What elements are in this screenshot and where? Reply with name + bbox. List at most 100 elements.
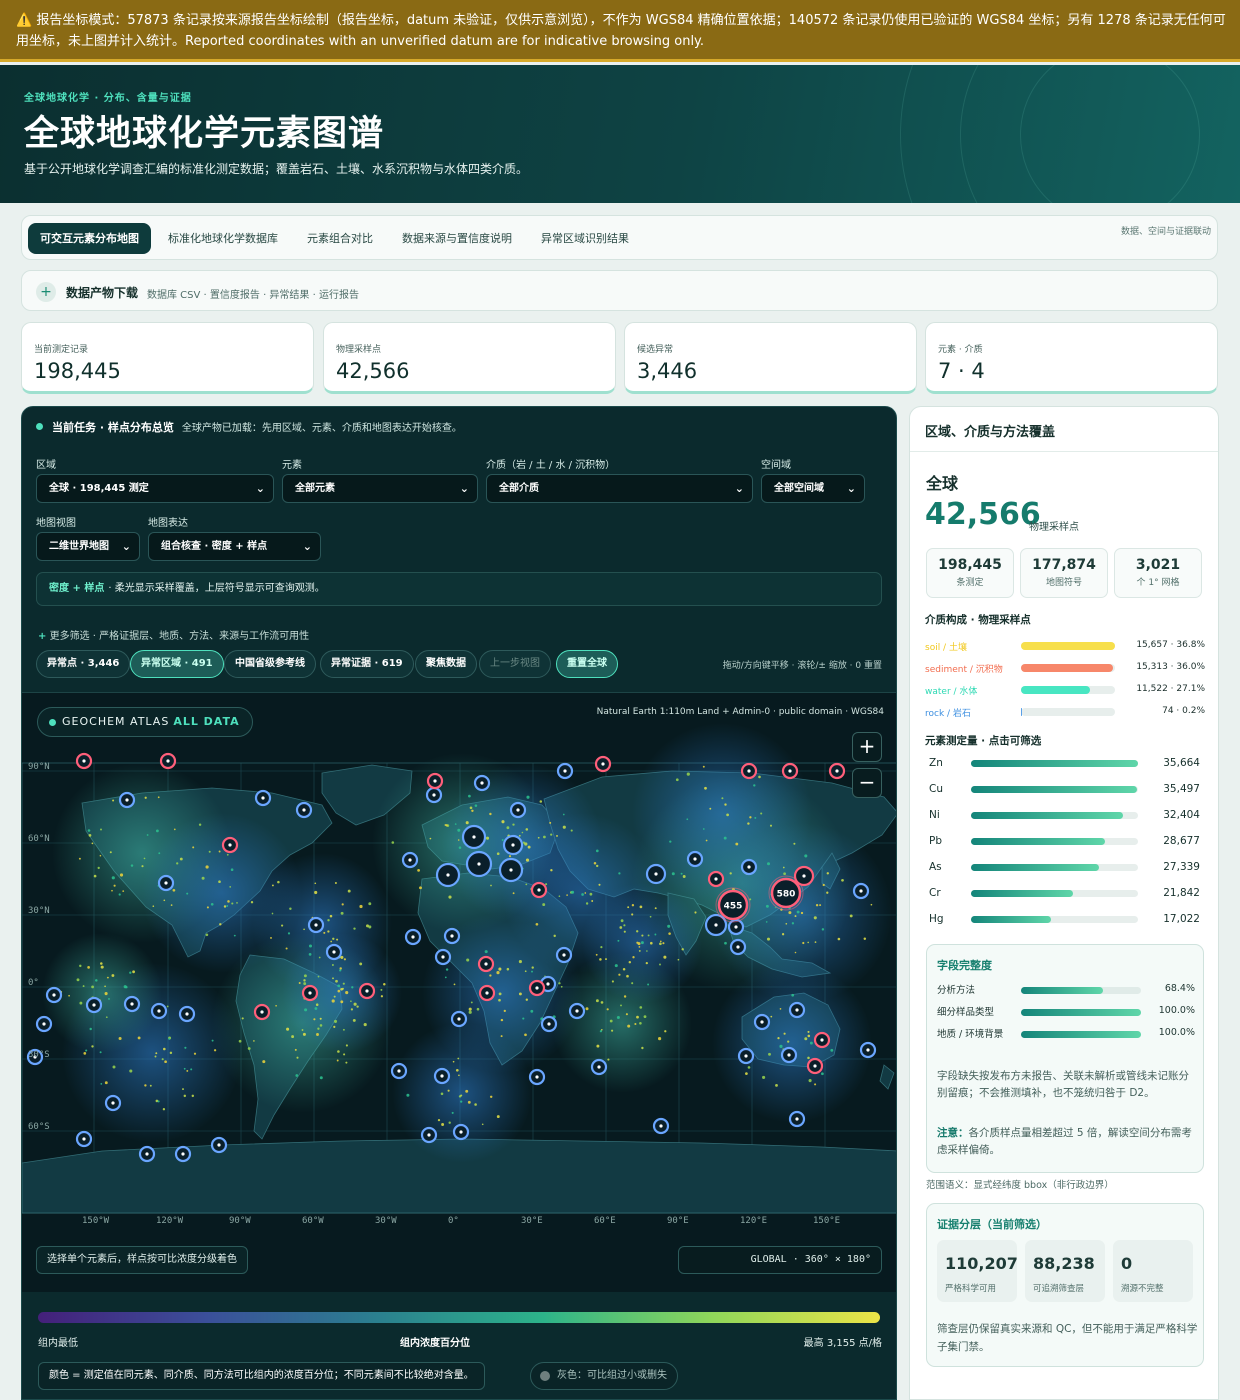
sample-marker[interactable]: [686, 850, 704, 868]
sample-marker[interactable]: [401, 851, 419, 869]
anomaly-marker[interactable]: [358, 982, 376, 1000]
map-canvas[interactable]: 455 580 90°N 60°N 30°N 0° 30°S 60°S 150°W 120°W 9…: [22, 693, 897, 1292]
sample-marker[interactable]: [737, 1047, 755, 1065]
tab-map[interactable]: 可交互元素分布地图: [28, 223, 151, 254]
element-row-pb[interactable]: Pb 28,677: [929, 834, 1200, 850]
sample-marker[interactable]: [780, 1046, 798, 1064]
element-row-as[interactable]: As 27,339: [929, 860, 1200, 876]
sample-marker[interactable]: [788, 1001, 806, 1019]
sample-marker[interactable]: [433, 1067, 451, 1085]
element-row-ni[interactable]: Ni 32,404: [929, 808, 1200, 824]
sample-marker[interactable]: [859, 1041, 877, 1059]
sample-marker[interactable]: [753, 1013, 771, 1031]
sample-marker[interactable]: [157, 874, 175, 892]
sample-marker[interactable]: [85, 996, 103, 1014]
sample-marker[interactable]: [852, 882, 870, 900]
anomaly-marker[interactable]: [530, 881, 548, 899]
cluster-marker[interactable]: [645, 863, 667, 885]
anomaly-marker[interactable]: [793, 865, 815, 887]
sample-marker[interactable]: [254, 789, 272, 807]
sample-marker[interactable]: [35, 1015, 53, 1033]
chip-anomaly-regions[interactable]: 异常区域 · 491: [130, 650, 224, 678]
sample-marker[interactable]: [788, 1110, 806, 1128]
sample-marker[interactable]: [540, 1015, 558, 1033]
anomaly-marker[interactable]: [221, 836, 239, 854]
sample-marker[interactable]: [556, 762, 574, 780]
anomaly-marker[interactable]: [594, 755, 612, 773]
sample-marker[interactable]: [325, 943, 343, 961]
cluster-marker[interactable]: [498, 857, 524, 883]
sample-marker[interactable]: [425, 786, 443, 804]
sample-marker[interactable]: [178, 1005, 196, 1023]
sample-marker[interactable]: [118, 791, 136, 809]
anomaly-marker[interactable]: [740, 762, 758, 780]
sample-marker[interactable]: [452, 1123, 470, 1141]
chip-focus-data[interactable]: 聚焦数据: [415, 650, 477, 678]
medium-select[interactable]: 全部介质 ⌄: [486, 474, 753, 503]
sample-marker[interactable]: [75, 1130, 93, 1148]
sample-marker[interactable]: [555, 946, 573, 964]
sample-marker[interactable]: [210, 1136, 228, 1154]
sample-marker[interactable]: [740, 858, 758, 876]
cluster-marker[interactable]: [465, 850, 493, 878]
sample-marker[interactable]: [528, 1068, 546, 1086]
cluster-marker[interactable]: [704, 913, 728, 937]
chip-china-provinces[interactable]: 中国省级参考线: [224, 650, 316, 678]
sample-marker[interactable]: [434, 948, 452, 966]
sample-marker[interactable]: [150, 1002, 168, 1020]
chip-reset-global[interactable]: 重置全球: [556, 650, 618, 678]
sample-marker[interactable]: [404, 928, 422, 946]
element-row-zn[interactable]: Zn 35,664: [929, 756, 1200, 772]
chip-previous-view[interactable]: 上一步视图: [479, 650, 551, 678]
sample-marker[interactable]: [174, 1145, 192, 1163]
anomaly-marker[interactable]: [75, 752, 93, 770]
expr-select[interactable]: 组合核查 · 密度 + 样点 ⌄: [148, 532, 321, 561]
anomaly-marker[interactable]: [426, 772, 444, 790]
space-select[interactable]: 全部空间域 ⌄: [761, 474, 865, 503]
sample-marker[interactable]: [45, 986, 63, 1004]
anomaly-marker[interactable]: [478, 984, 496, 1002]
sample-marker[interactable]: [443, 927, 461, 945]
tab-anomaly[interactable]: 异常区域识别结果: [529, 223, 641, 254]
sample-marker[interactable]: [390, 1062, 408, 1080]
sample-marker[interactable]: [420, 1126, 438, 1144]
expand-plus-icon[interactable]: +: [36, 282, 56, 302]
tab-compare[interactable]: 元素组合对比: [295, 223, 385, 254]
anomaly-marker[interactable]: [781, 762, 799, 780]
sample-marker[interactable]: [138, 1145, 156, 1163]
world-map[interactable]: 455 580 90°N 60°N 30°N 0° 30°S 60°S 150°W 120°W 9…: [22, 692, 897, 1292]
sample-marker[interactable]: [590, 1058, 608, 1076]
downloads-links[interactable]: 数据库 CSV · 置信度报告 · 异常结果 · 运行报告: [147, 286, 359, 301]
tab-database[interactable]: 标准化地球化学数据库: [156, 223, 290, 254]
element-row-hg[interactable]: Hg 17,022: [929, 912, 1200, 928]
sample-marker[interactable]: [104, 1094, 122, 1112]
more-filters-toggle[interactable]: + 更多筛选 · 严格证据层、地质、方法、来源与工作流可用性: [38, 627, 309, 642]
chip-anomaly-evidence[interactable]: 异常证据 · 619: [320, 650, 414, 678]
anomaly-marker[interactable]: [813, 1031, 831, 1049]
anomaly-marker[interactable]: [528, 979, 546, 997]
sample-marker[interactable]: [450, 1010, 468, 1028]
chip-anomaly-points[interactable]: 异常点 · 3,446: [36, 650, 131, 678]
element-row-cr[interactable]: Cr 21,842: [929, 886, 1200, 902]
cluster-marker[interactable]: [461, 824, 487, 850]
cluster-marker-455[interactable]: 455: [715, 887, 751, 923]
anomaly-marker[interactable]: [707, 870, 725, 888]
anomaly-marker[interactable]: [477, 955, 495, 973]
tab-sources[interactable]: 数据来源与置信度说明: [390, 223, 524, 254]
anomaly-marker[interactable]: [301, 984, 319, 1002]
zoom-out-button[interactable]: −: [852, 768, 882, 798]
anomaly-marker[interactable]: [253, 1003, 271, 1021]
sample-marker[interactable]: [473, 774, 491, 792]
sample-marker[interactable]: [652, 1117, 670, 1135]
element-select[interactable]: 全部元素 ⌄: [282, 474, 478, 503]
cluster-marker[interactable]: [435, 862, 461, 888]
sample-marker[interactable]: [729, 938, 747, 956]
view-select[interactable]: 二维世界地图 ⌄: [36, 532, 140, 561]
sample-marker[interactable]: [509, 801, 527, 819]
element-row-cu[interactable]: Cu 35,497: [929, 782, 1200, 798]
anomaly-marker[interactable]: [806, 1057, 824, 1075]
sample-marker[interactable]: [295, 801, 313, 819]
sample-marker[interactable]: [568, 1002, 586, 1020]
cluster-marker[interactable]: [502, 834, 524, 856]
anomaly-marker[interactable]: [159, 752, 177, 770]
